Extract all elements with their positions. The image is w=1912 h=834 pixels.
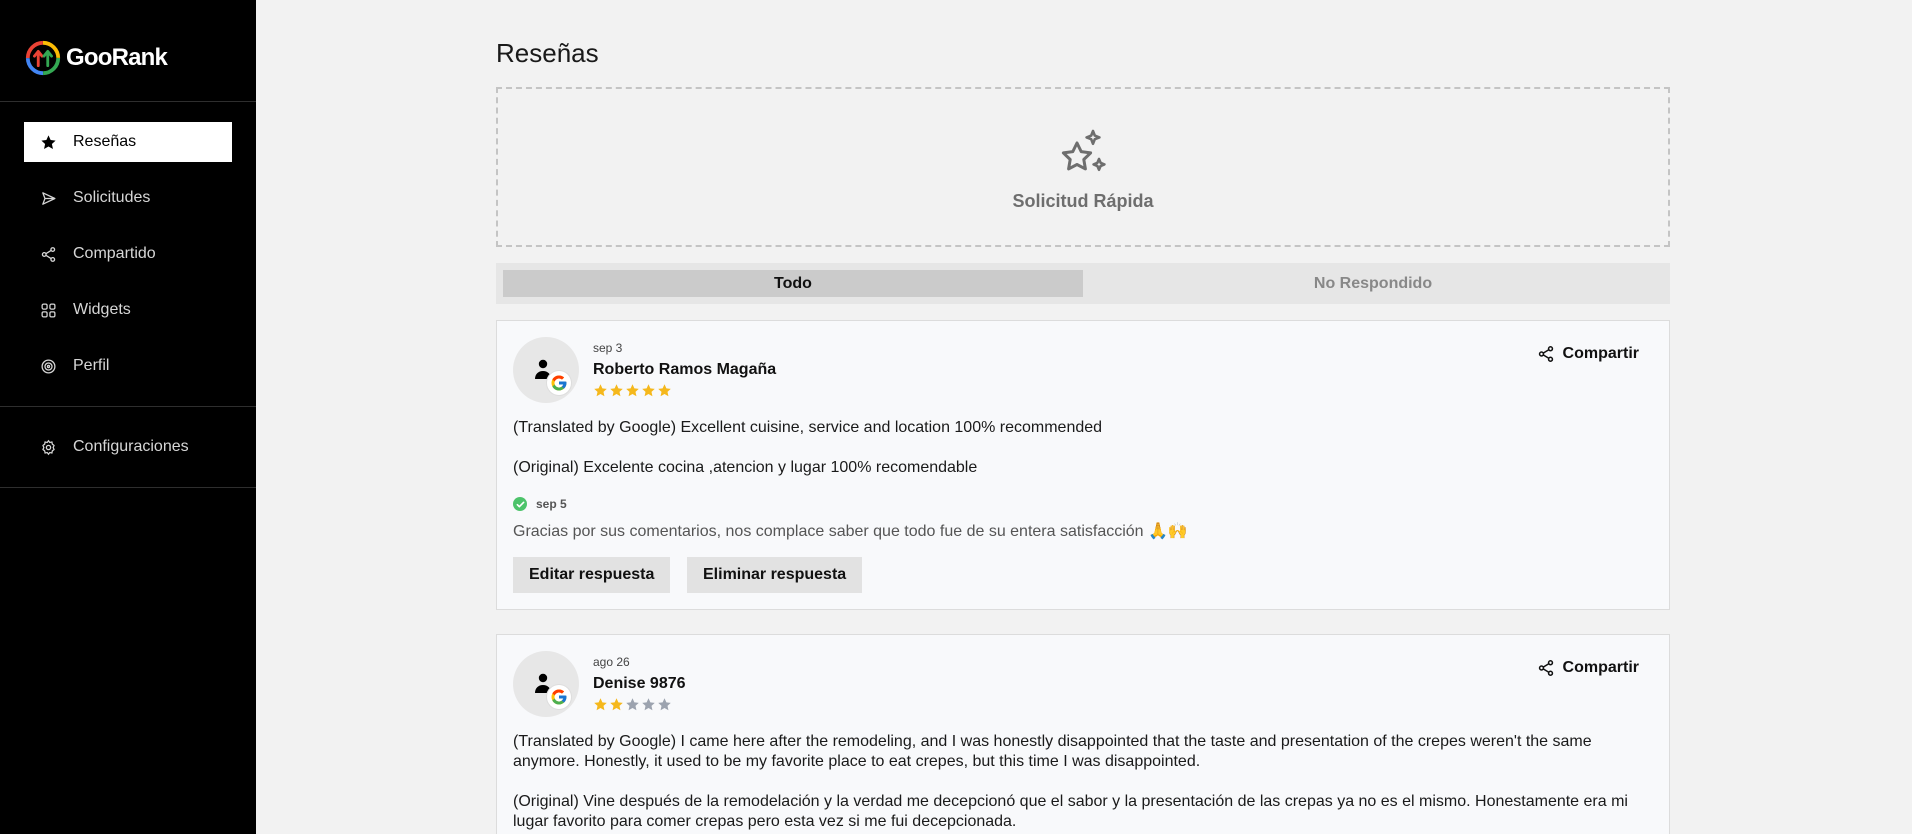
review-text-original: (Original) Vine después de la remodelaci… [513,793,1628,830]
check-circle-icon [513,497,527,511]
tab-no-respondido[interactable]: No Respondido [1083,270,1663,297]
goorank-logo-icon [25,40,61,76]
tab-todo[interactable]: Todo [503,270,1083,297]
avatar [513,651,579,717]
reviewer-name: Denise 9876 [593,675,686,692]
star-empty-icon [658,698,671,711]
quick-request-label: Solicitud Rápida [1012,190,1154,211]
google-badge [547,371,571,395]
app-logo[interactable]: GooRank [24,38,168,78]
sidebar-item-label: Perfil [73,357,110,374]
target-profile-icon [41,358,56,374]
star-filled-icon [642,384,655,397]
sidebar-divider [0,406,256,407]
page-title: Reseñas [496,38,599,68]
review-date: sep 3 [593,341,623,355]
review-text-original: (Original) Excelente cocina ,atencion y … [513,459,978,476]
sidebar-item-solicitudes[interactable]: Solicitudes [24,178,232,218]
share-label: Compartir [1562,345,1639,362]
star-filled-icon [594,384,607,397]
sidebar-item-label: Compartido [73,245,156,262]
sidebar-item-perfil[interactable]: Perfil [24,346,232,386]
star-empty-icon [642,698,655,711]
star-rating [593,383,672,398]
review-card: sep 3 Roberto Ramos Magaña Compartir (Tr… [496,320,1670,610]
sidebar-item-label: Solicitudes [73,189,151,206]
share-icon [1538,346,1553,362]
sidebar-divider [0,101,256,102]
review-date: ago 26 [593,655,630,669]
star-icon [41,134,56,149]
star-filled-icon [626,384,639,397]
reply-meta: sep 5 [513,497,567,511]
sidebar-divider [0,487,256,488]
review-text-translated: (Translated by Google) I came here after… [513,733,1592,770]
share-button[interactable]: Compartir [1537,659,1639,677]
sparkle-star-icon [1061,129,1106,171]
sidebar-item-configuraciones[interactable]: Configuraciones [24,427,232,467]
app-name: GooRank [66,44,168,71]
quick-request-button[interactable]: Solicitud Rápida [496,87,1670,247]
avatar [513,337,579,403]
review-text-translated: (Translated by Google) Excellent cuisine… [513,419,1103,436]
reply-text: Gracias por sus comentarios, nos complac… [513,523,1188,540]
star-filled-icon [610,384,623,397]
google-badge [547,685,571,709]
star-rating [593,697,672,712]
review-card: ago 26 Denise 9876 Compartir (Translated… [496,634,1670,834]
reply-date: sep 5 [536,497,567,511]
share-button[interactable]: Compartir [1537,345,1639,363]
review-filter-tabs: Todo No Respondido [496,263,1670,304]
star-empty-icon [626,698,639,711]
sidebar-item-label: Reseñas [73,133,137,150]
google-icon [551,689,567,705]
send-icon [42,191,56,205]
share-icon [41,246,56,262]
share-label: Compartir [1562,659,1639,676]
google-icon [551,375,567,391]
delete-reply-button[interactable]: Eliminar respuesta [687,557,863,593]
star-filled-icon [658,384,671,397]
sidebar-item-compartido[interactable]: Compartido [24,234,232,274]
sidebar-item-resenas[interactable]: Reseñas [24,122,232,162]
sidebar-item-label: Widgets [73,301,131,318]
star-filled-icon [610,698,623,711]
share-icon [1538,660,1553,676]
sidebar: GooRank Reseñas Solicitudes Compartido W… [0,0,256,834]
widgets-icon [41,302,56,318]
reviewer-name: Roberto Ramos Magaña [593,361,777,378]
sidebar-item-widgets[interactable]: Widgets [24,290,232,330]
sidebar-item-label: Configuraciones [73,438,189,455]
gear-icon [42,439,55,455]
edit-reply-button[interactable]: Editar respuesta [513,557,671,593]
star-filled-icon [594,698,607,711]
